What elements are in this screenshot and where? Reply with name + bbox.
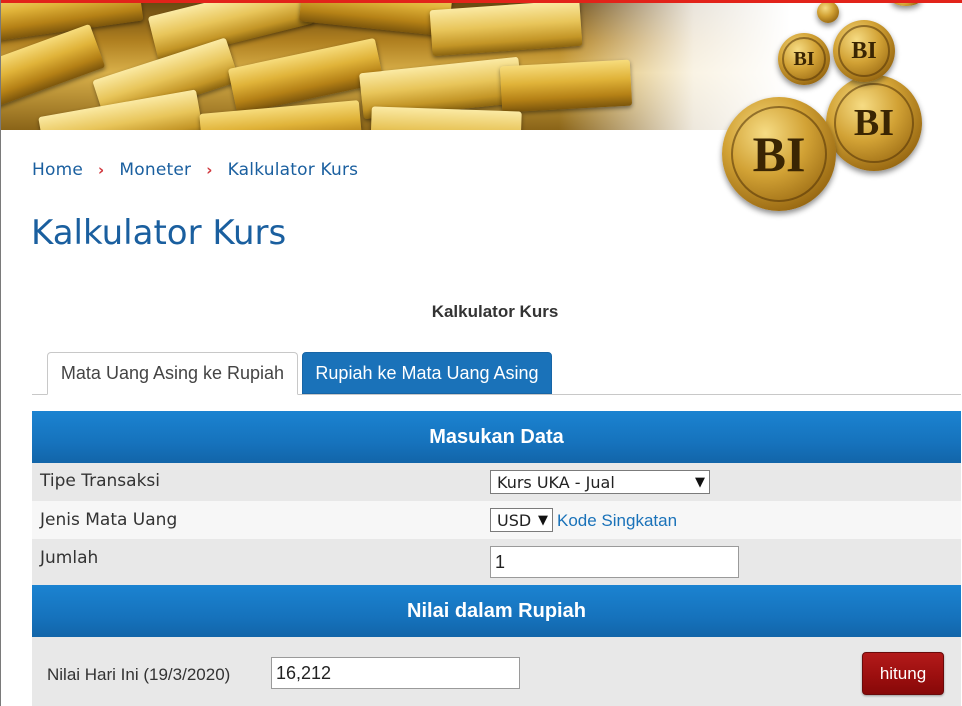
jenis-mata-uang-label: Jenis Mata Uang bbox=[40, 510, 178, 530]
breadcrumb-separator-icon: › bbox=[98, 161, 105, 179]
breadcrumb-separator-icon: › bbox=[206, 161, 213, 179]
bi-coin-large: BI bbox=[722, 97, 836, 211]
chevron-down-icon: ▼ bbox=[538, 512, 548, 528]
breadcrumb: Home › Moneter › Kalkulator Kurs bbox=[32, 160, 358, 180]
tab-rupiah-to-foreign[interactable]: Rupiah ke Mata Uang Asing bbox=[302, 352, 552, 394]
gold-bar bbox=[370, 106, 522, 130]
jumlah-input[interactable]: 1 bbox=[490, 546, 739, 578]
page-title: Kalkulator Kurs bbox=[31, 213, 287, 253]
currency-select[interactable]: USD ▼ bbox=[490, 508, 553, 532]
row-jumlah: Jumlah 1 bbox=[32, 539, 961, 585]
gold-bar bbox=[429, 3, 583, 57]
input-data-header: Masukan Data bbox=[32, 411, 961, 463]
bi-coin: BI bbox=[826, 75, 922, 171]
jumlah-label: Jumlah bbox=[40, 548, 99, 568]
row-nilai-hari-ini: Nilai Hari Ini (19/3/2020) 16,212 bbox=[32, 637, 961, 706]
bi-coin bbox=[817, 1, 839, 23]
breadcrumb-moneter-link[interactable]: Moneter bbox=[119, 160, 191, 180]
gold-bar bbox=[147, 3, 315, 62]
bi-coin: BI bbox=[833, 20, 895, 82]
row-jenis-mata-uang: Jenis Mata Uang USD ▼ Kode Singkatan bbox=[32, 501, 961, 539]
breadcrumb-home-link[interactable]: Home bbox=[32, 160, 83, 180]
chevron-down-icon: ▼ bbox=[695, 474, 705, 490]
bi-coin: BI bbox=[778, 33, 830, 85]
tipe-transaksi-value: Kurs UKA - Jual bbox=[497, 472, 615, 492]
tipe-transaksi-label: Tipe Transaksi bbox=[40, 471, 161, 491]
breadcrumb-current-link[interactable]: Kalkulator Kurs bbox=[228, 160, 359, 180]
rupiah-value-header: Nilai dalam Rupiah bbox=[32, 585, 961, 637]
gold-bar bbox=[499, 59, 633, 113]
tab-foreign-to-rupiah[interactable]: Mata Uang Asing ke Rupiah bbox=[47, 352, 298, 395]
section-title: Kalkulator Kurs bbox=[431, 302, 559, 321]
tipe-transaksi-select[interactable]: Kurs UKA - Jual ▼ bbox=[490, 470, 710, 494]
nilai-hari-ini-label: Nilai Hari Ini (19/3/2020) bbox=[47, 665, 231, 684]
top-accent-line bbox=[1, 0, 962, 3]
hitung-button[interactable]: hitung bbox=[862, 652, 944, 695]
kode-singkatan-link[interactable]: Kode Singkatan bbox=[557, 511, 677, 531]
row-tipe-transaksi: Tipe Transaksi Kurs UKA - Jual ▼ bbox=[32, 463, 961, 501]
currency-value: USD bbox=[497, 510, 532, 530]
nilai-hari-ini-field[interactable]: 16,212 bbox=[271, 657, 520, 689]
